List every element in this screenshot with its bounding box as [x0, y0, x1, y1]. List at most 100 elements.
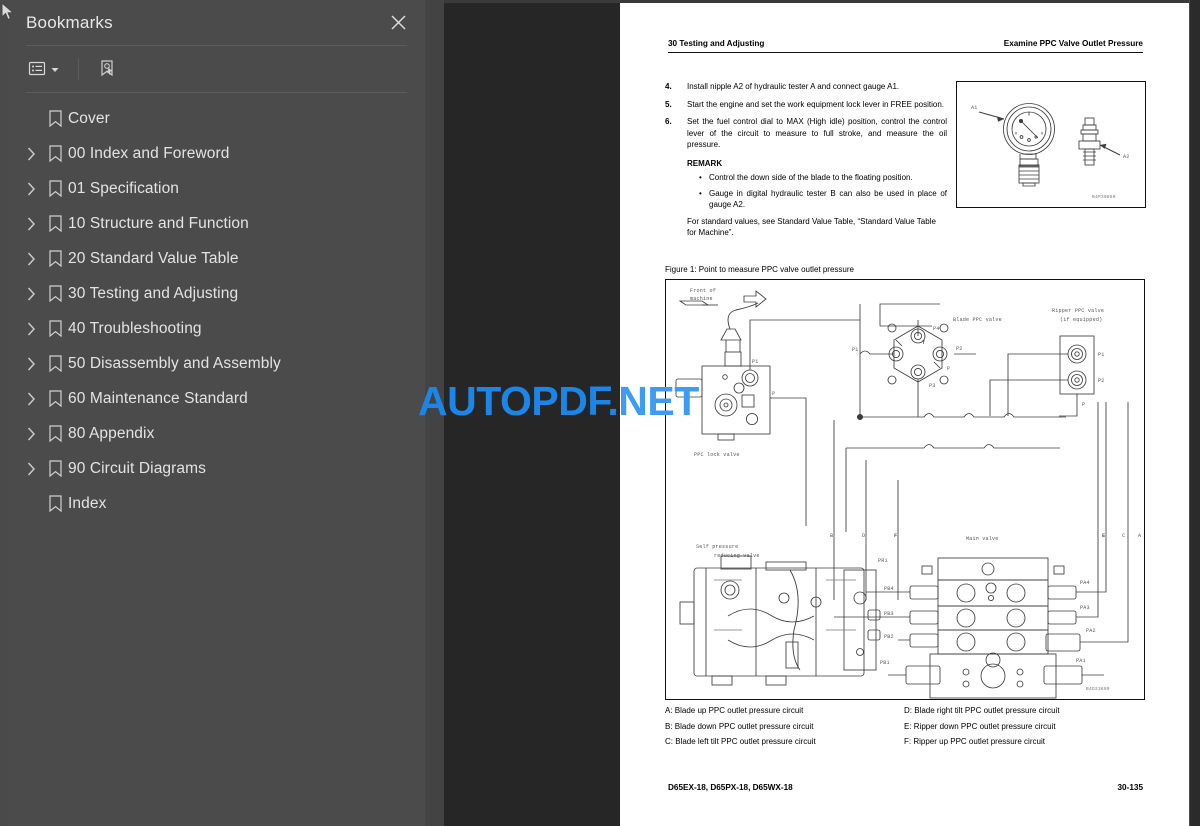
bookmark-item-label: 50 Disassembly and Assembly: [68, 354, 281, 372]
port-p3: P3: [929, 383, 936, 389]
step-number: 6.: [665, 117, 672, 127]
page-header-left: 30 Testing and Adjusting: [668, 39, 765, 48]
bookmark-item-label: 30 Testing and Adjusting: [68, 284, 239, 302]
step-number: 5.: [665, 99, 672, 109]
chevron-right-icon[interactable]: [20, 283, 42, 305]
circuit-marker-e: E: [1102, 533, 1105, 539]
port-p1-ripper: P1: [1098, 352, 1105, 358]
port-p-ripper: P: [1082, 402, 1085, 408]
bookmark-item[interactable]: 40 Troubleshooting: [8, 311, 425, 346]
bookmark-item[interactable]: Index: [8, 486, 425, 521]
port-pb4: PB4: [884, 586, 894, 592]
page-header: 30 Testing and Adjusting Examine PPC Val…: [668, 39, 1143, 48]
bookmark-item-label: Index: [68, 494, 107, 512]
port-p2-ripper: P2: [1098, 378, 1105, 384]
bookmark-item-label: 40 Troubleshooting: [68, 319, 202, 337]
bullet-text: Control the down side of the blade to th…: [709, 172, 913, 182]
label-main-valve: Main valve: [966, 536, 999, 542]
bookmark-item[interactable]: 80 Appendix: [8, 416, 425, 451]
bookmarks-panel: Bookmarks Cover 00 Index and Foreword 01…: [8, 0, 425, 826]
list-options-button[interactable]: [26, 57, 62, 81]
chevron-right-icon[interactable]: [20, 353, 42, 375]
chevron-right-icon[interactable]: [20, 248, 42, 270]
port-p-blade: P: [947, 366, 950, 372]
circuit-marker-d: D: [862, 533, 865, 539]
port-pb1: PB1: [880, 660, 890, 666]
legend-entry: B: Blade down PPC outlet pressure circui…: [665, 721, 814, 731]
bookmark-tree: Cover 00 Index and Foreword 01 Specificati…: [8, 93, 425, 521]
bookmark-item[interactable]: Cover: [8, 101, 425, 136]
tester-label-a1: A1: [971, 105, 978, 111]
label-ppc-lock-valve: PPC lock valve: [694, 452, 740, 458]
page-footer-number: 30-135: [1117, 783, 1144, 792]
legend-entry: E: Ripper down PPC outlet pressure circu…: [904, 721, 1056, 731]
label-blade-ppc-valve: Blade PPC valve: [953, 317, 1002, 323]
bookmark-icon: [42, 355, 68, 373]
bookmarks-panel-title: Bookmarks: [26, 12, 113, 32]
bookmark-item[interactable]: 90 Circuit Diagrams: [8, 451, 425, 486]
circuit-marker-b: B: [830, 533, 833, 539]
bookmark-icon: [42, 320, 68, 338]
bookmark-item[interactable]: 30 Testing and Adjusting: [8, 276, 425, 311]
label-self-pressure-2: reducing valve: [714, 553, 760, 559]
tester-label-a2: A2: [1123, 154, 1130, 160]
port-p1-blade: P1: [852, 347, 859, 353]
port-pa2: PA2: [1086, 628, 1096, 634]
top-figure-drawing-code: B4P30869: [1092, 194, 1116, 200]
remark-bullet: • Gauge in digital hydraulic tester B can…: [699, 188, 947, 211]
bookmark-icon: [42, 460, 68, 478]
figure-caption: Figure 1: Point to measure PPC valve out…: [665, 265, 854, 274]
port-pa4: PA4: [1080, 580, 1090, 586]
bookmark-icon: [42, 145, 68, 163]
chevron-right-icon[interactable]: [20, 178, 42, 200]
circuit-marker-a: A: [1138, 533, 1142, 539]
port-p2-blade: P2: [956, 346, 963, 352]
remark-heading: REMARK: [687, 158, 723, 168]
bookmark-item[interactable]: 00 Index and Foreword: [8, 136, 425, 171]
chevron-right-icon[interactable]: [20, 388, 42, 410]
close-icon[interactable]: [385, 10, 411, 36]
page-header-rule: [668, 52, 1143, 53]
legend-entry: A: Blade up PPC outlet pressure circuit: [665, 706, 804, 715]
chevron-right-icon[interactable]: [20, 318, 42, 340]
bookmark-item[interactable]: 20 Standard Value Table: [8, 241, 425, 276]
bookmark-item[interactable]: 50 Disassembly and Assembly: [8, 346, 425, 381]
chevron-right-icon[interactable]: [20, 143, 42, 165]
chevron-right-icon[interactable]: [20, 458, 42, 480]
page-footer: D65EX-18, D65PX-18, D65WX-18 30-135: [668, 783, 1143, 792]
bullet-text: Gauge in digital hydraulic tester B can …: [709, 188, 947, 210]
port-pb2: PB2: [884, 634, 894, 640]
chevron-right-icon[interactable]: [20, 423, 42, 445]
bookmark-item-label: 00 Index and Foreword: [68, 144, 230, 162]
port-pr1: PR1: [878, 558, 888, 564]
bookmarks-toolbar: [8, 46, 425, 92]
page-header-right: Examine PPC Valve Outlet Pressure: [1003, 39, 1143, 48]
step-text: Start the engine and set the work equipm…: [687, 99, 945, 109]
instruction-step: 4. Install nipple A2 of hydraulic tester …: [665, 81, 947, 93]
find-bookmark-button[interactable]: [95, 56, 121, 82]
vertical-scrollbar[interactable]: [1189, 0, 1200, 826]
step-number: 4.: [665, 82, 672, 91]
step-text: Set the fuel control dial to MAX (High i…: [687, 117, 947, 150]
port-p4: P4: [933, 326, 940, 332]
bookmark-item-label: 90 Circuit Diagrams: [68, 459, 206, 477]
bookmark-item[interactable]: 60 Maintenance Standard: [8, 381, 425, 416]
bookmark-item[interactable]: 01 Specification: [8, 171, 425, 206]
bookmark-icon: [42, 390, 68, 408]
instruction-step: 6. Set the fuel control dial to MAX (High…: [665, 116, 947, 151]
label-ripper-ppc-valve-1: Ripper PPC valve: [1052, 308, 1104, 314]
instruction-step: 5. Start the engine and set the work equi…: [665, 99, 947, 111]
pdf-viewer-window: Bookmarks Cover 00 Index and Foreword 01…: [0, 0, 1200, 826]
label-ripper-ppc-valve-2: (if equipped): [1060, 317, 1102, 323]
legend-entry: C: Blade left tilt PPC outlet pressure c…: [665, 737, 816, 747]
circuit-marker-c: C: [1122, 533, 1125, 539]
step-text: Install nipple A2 of hydraulic tester A …: [687, 82, 900, 91]
bookmark-item[interactable]: 10 Structure and Function: [8, 206, 425, 241]
chevron-right-icon[interactable]: [20, 213, 42, 235]
bookmark-icon: [42, 180, 68, 198]
bookmark-icon: [42, 285, 68, 303]
port-pb3: PB3: [884, 611, 894, 617]
panel-splitter[interactable]: [425, 0, 444, 826]
bookmark-icon: [42, 250, 68, 268]
label-front-of-machine-2: machine: [690, 296, 713, 302]
